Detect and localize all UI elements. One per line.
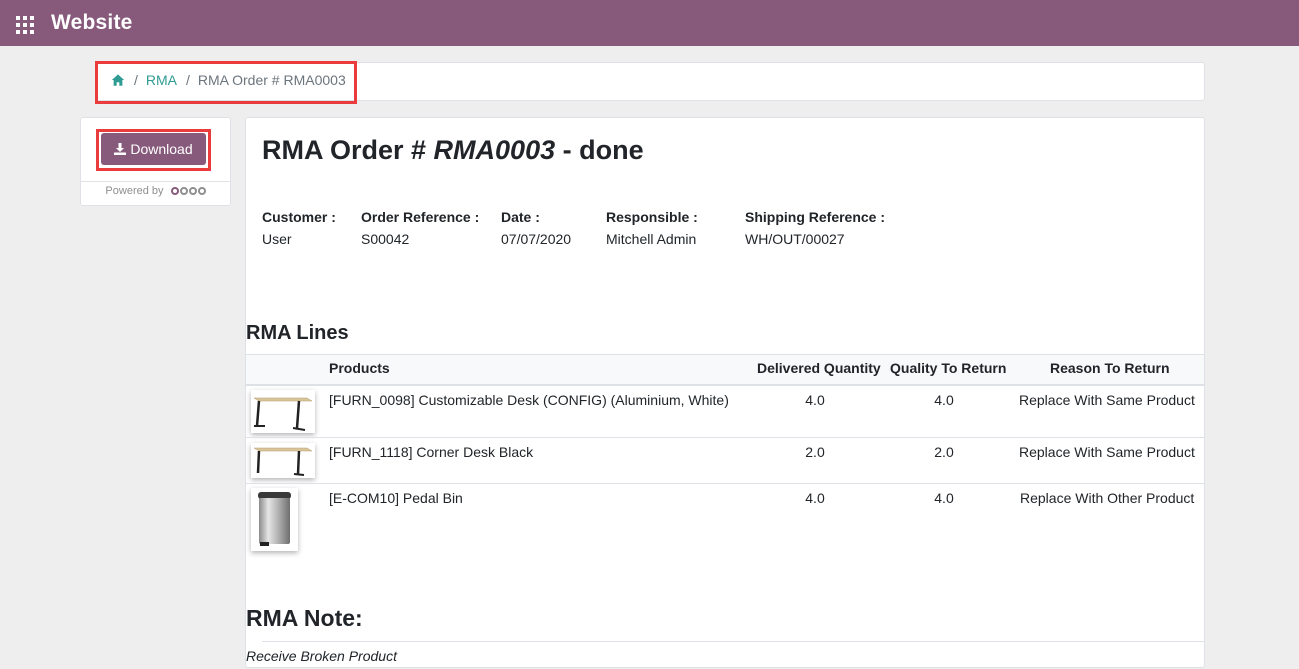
breadcrumb-highlight-box <box>95 61 357 104</box>
column-header-delivered: Delivered Quantity <box>757 360 881 376</box>
info-order-reference: Order Reference : S00042 <box>361 209 479 247</box>
apps-grid-icon[interactable] <box>16 16 34 34</box>
order-state: - done <box>555 135 644 165</box>
download-icon <box>114 143 127 155</box>
column-header-to-return: Quality To Return <box>890 360 1007 376</box>
info-value: S00042 <box>361 231 410 247</box>
delivered-quantity: 4.0 <box>805 490 825 506</box>
info-responsible: Responsible : Mitchell Admin <box>606 209 698 247</box>
info-value: WH/OUT/00027 <box>745 231 845 247</box>
column-header-products: Products <box>329 360 390 376</box>
info-label: Shipping Reference : <box>745 209 886 225</box>
desk-image <box>251 390 315 433</box>
info-label: Customer : <box>262 209 336 225</box>
row-divider <box>246 437 1204 438</box>
delivered-quantity: 2.0 <box>805 444 825 460</box>
product-name: [FURN_0098] Customizable Desk (CONFIG) (… <box>329 392 729 408</box>
info-label: Order Reference : <box>361 209 480 225</box>
note-divider <box>262 641 1204 642</box>
product-name: [FURN_1118] Corner Desk Black <box>329 444 534 460</box>
pedal-bin-image <box>251 488 298 551</box>
info-date: Date : 07/07/2020 <box>501 209 571 247</box>
return-reason: Replace With Same Product <box>1019 444 1195 460</box>
top-navbar: Website <box>0 0 1299 46</box>
order-number: RMA0003 <box>433 135 556 165</box>
title-prefix: RMA Order # <box>262 135 434 165</box>
delivered-quantity: 4.0 <box>805 392 825 408</box>
info-value: 07/07/2020 <box>501 231 572 247</box>
quantity-to-return: 4.0 <box>934 392 954 408</box>
info-value: Mitchell Admin <box>606 231 697 247</box>
info-label: Date : <box>501 209 540 225</box>
row-divider <box>246 483 1204 484</box>
side-divider <box>81 181 230 182</box>
powered-by-label: Powered by <box>105 185 164 197</box>
return-reason: Replace With Other Product <box>1020 490 1195 506</box>
quantity-to-return: 2.0 <box>934 444 954 460</box>
info-value: User <box>262 231 292 247</box>
powered-by: Powered by <box>80 185 231 197</box>
rma-note-text: Receive Broken Product <box>246 648 397 664</box>
info-customer: Customer : User <box>262 209 336 247</box>
product-name: [E-COM10] Pedal Bin <box>329 490 463 506</box>
download-button[interactable]: Download <box>101 133 206 165</box>
column-header-reason: Reason To Return <box>1050 360 1170 376</box>
download-label: Download <box>130 141 193 157</box>
quantity-to-return: 4.0 <box>934 490 954 506</box>
info-shipping-reference: Shipping Reference : WH/OUT/00027 <box>745 209 885 247</box>
rma-lines-heading: RMA Lines <box>246 322 349 344</box>
page-title: RMA Order # RMA0003 - done <box>262 135 644 166</box>
rma-note-heading: RMA Note: <box>246 605 363 631</box>
info-label: Responsible : <box>606 209 698 225</box>
desk-image <box>251 443 315 478</box>
odoo-logo[interactable] <box>170 187 206 196</box>
app-title: Website <box>51 11 133 34</box>
return-reason: Replace With Same Product <box>1019 392 1195 408</box>
